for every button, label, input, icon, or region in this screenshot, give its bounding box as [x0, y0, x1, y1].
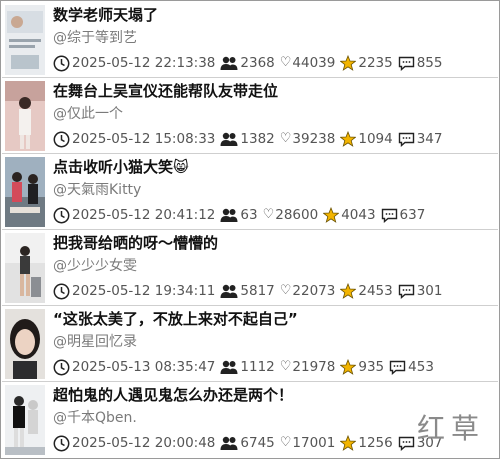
video-title[interactable]: 数学老师天塌了 [53, 5, 490, 25]
publish-time: 2025-05-12 20:41:12 [72, 207, 216, 223]
users-icon [220, 284, 238, 298]
likes-count: 21978 [292, 359, 336, 375]
video-title[interactable]: “这张太美了，不放上来对不起自己” [53, 309, 490, 329]
video-title[interactable]: 点击收听小猫大笑😸 [53, 157, 490, 177]
video-title[interactable]: 把我哥给晒的呀～懵懵的 [53, 233, 490, 253]
clock-icon [53, 207, 70, 224]
publish-time: 2025-05-12 19:34:11 [72, 283, 216, 299]
comment-icon [398, 56, 415, 71]
users-icon [220, 436, 238, 450]
users-icon [220, 132, 238, 146]
list-item[interactable]: 数学老师天塌了 @综于等到艺 2025-05-12 22:13:38 2368 … [2, 2, 498, 78]
favorites-count: 1256 [358, 435, 393, 451]
video-stats: 2025-05-12 15:08:33 1382 ♡ 39238 1094 34… [53, 130, 443, 148]
favorites-count: 2235 [358, 55, 393, 71]
comment-icon [389, 360, 406, 375]
views-count: 63 [240, 207, 258, 223]
video-stats: 2025-05-12 22:13:38 2368 ♡ 44039 2235 85… [53, 54, 443, 72]
list-item[interactable]: 点击收听小猫大笑😸 @天氣雨Kitty 2025-05-12 20:41:12 … [2, 154, 498, 230]
publish-time: 2025-05-12 15:08:33 [72, 131, 216, 147]
comments-count: 347 [416, 131, 443, 147]
star-icon [340, 55, 357, 71]
views-count: 6745 [240, 435, 275, 451]
comment-icon [398, 284, 415, 299]
users-icon [220, 360, 238, 374]
users-icon [220, 208, 238, 222]
star-icon [340, 283, 357, 299]
author-name[interactable]: @少少少女雯 [53, 257, 137, 275]
video-list-panel: 数学老师天塌了 @综于等到艺 2025-05-12 22:13:38 2368 … [0, 0, 500, 459]
likes-count: 17001 [292, 435, 336, 451]
list-item[interactable]: “这张太美了，不放上来对不起自己” @明星回忆录 2025-05-13 08:3… [2, 306, 498, 382]
video-thumbnail[interactable] [5, 233, 45, 303]
comments-count: 453 [408, 359, 434, 375]
users-icon [220, 56, 238, 70]
star-icon [340, 131, 357, 147]
clock-icon [53, 55, 70, 72]
video-thumbnail[interactable] [5, 157, 45, 227]
clock-icon [53, 283, 70, 300]
heart-icon: ♡ [279, 131, 292, 146]
author-name[interactable]: @明星回忆录 [53, 333, 137, 351]
video-list: 数学老师天塌了 @综于等到艺 2025-05-12 22:13:38 2368 … [2, 2, 498, 457]
star-icon [340, 435, 357, 451]
video-thumbnail[interactable] [5, 309, 45, 379]
heart-icon: ♡ [279, 435, 292, 450]
star-icon [340, 359, 357, 375]
watermark-text: 红草 [417, 412, 486, 445]
video-thumbnail[interactable] [5, 385, 45, 455]
comment-icon [381, 208, 398, 223]
favorites-count: 4043 [341, 207, 376, 223]
likes-count: 22073 [292, 283, 336, 299]
heart-icon: ♡ [279, 55, 292, 70]
list-item[interactable]: 在舞台上吴宣仪还能帮队友带走位 @仅此一个 2025-05-12 15:08:3… [2, 78, 498, 154]
heart-icon: ♡ [279, 283, 292, 298]
favorites-count: 935 [358, 359, 385, 375]
video-thumbnail[interactable] [5, 81, 45, 151]
heart-icon: ♡ [279, 359, 292, 374]
star-icon [323, 207, 340, 223]
video-stats: 2025-05-12 19:34:11 5817 ♡ 22073 2453 30… [53, 282, 443, 300]
views-count: 1112 [240, 359, 275, 375]
heart-icon: ♡ [262, 207, 275, 222]
list-item[interactable]: 把我哥给晒的呀～懵懵的 @少少少女雯 2025-05-12 19:34:11 5… [2, 230, 498, 306]
likes-count: 44039 [292, 55, 336, 71]
clock-icon [53, 359, 70, 376]
author-name[interactable]: @综于等到艺 [53, 29, 137, 47]
comment-icon [398, 132, 415, 147]
views-count: 2368 [240, 55, 275, 71]
likes-count: 28600 [275, 207, 319, 223]
video-stats: 2025-05-12 20:41:12 63 ♡ 28600 4043 637 [53, 206, 425, 224]
publish-time: 2025-05-12 22:13:38 [72, 55, 216, 71]
author-name[interactable]: @天氣雨Kitty [53, 181, 141, 199]
views-count: 1382 [240, 131, 275, 147]
comments-count: 855 [416, 55, 443, 71]
video-stats: 2025-05-13 08:35:47 1112 ♡ 21978 935 453 [53, 358, 434, 376]
comments-count: 301 [416, 283, 443, 299]
publish-time: 2025-05-13 08:35:47 [72, 359, 216, 375]
video-thumbnail[interactable] [5, 5, 45, 75]
likes-count: 39238 [292, 131, 336, 147]
author-name[interactable]: @千本Qben. [53, 409, 137, 427]
favorites-count: 2453 [358, 283, 393, 299]
comments-count: 637 [399, 207, 426, 223]
views-count: 5817 [240, 283, 275, 299]
video-stats: 2025-05-12 20:00:48 6745 ♡ 17001 1256 30… [53, 434, 443, 452]
video-title[interactable]: 在舞台上吴宣仪还能帮队友带走位 [53, 81, 490, 101]
clock-icon [53, 131, 70, 148]
author-name[interactable]: @仅此一个 [53, 105, 123, 123]
publish-time: 2025-05-12 20:00:48 [72, 435, 216, 451]
comment-icon [398, 436, 415, 451]
clock-icon [53, 435, 70, 452]
video-title[interactable]: 超怕鬼的人遇见鬼怎么办还是两个！ [53, 385, 490, 405]
favorites-count: 1094 [358, 131, 393, 147]
